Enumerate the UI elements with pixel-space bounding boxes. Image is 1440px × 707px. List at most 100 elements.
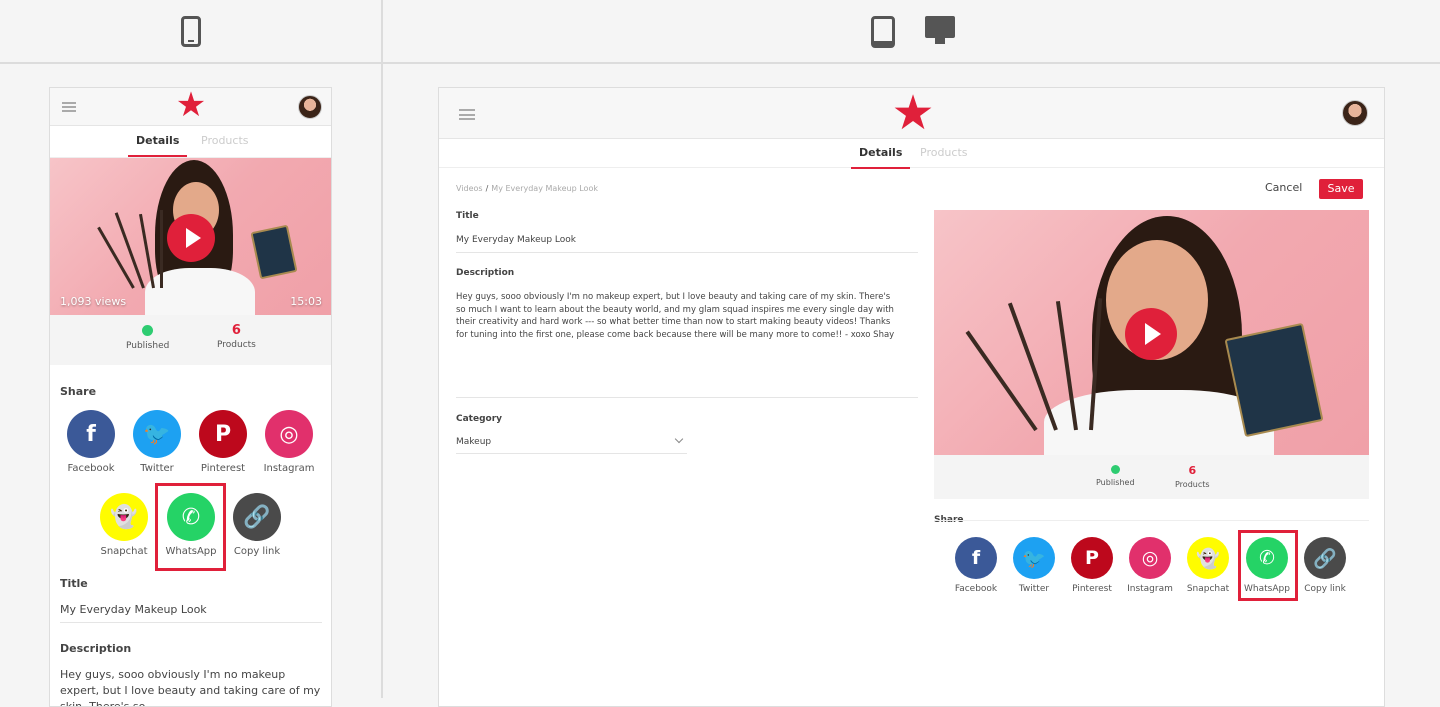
products-count-value: 6 — [1188, 464, 1197, 477]
video-duration: 15:03 — [290, 295, 322, 308]
tab-details[interactable]: Details — [127, 134, 188, 157]
link-icon: 🔗 — [233, 493, 281, 541]
instagram-icon: ◎ — [265, 410, 313, 458]
view-count: 1,093 views — [60, 295, 127, 308]
share-copy-link-button[interactable]: 🔗 Copy link — [227, 493, 287, 557]
share-twitter-button[interactable]: 🐦 Twitter — [127, 410, 187, 474]
cancel-button[interactable]: Cancel — [1265, 181, 1302, 194]
share-instagram-label: Instagram — [1127, 584, 1173, 594]
share-snapchat-button[interactable]: 👻 Snapchat — [94, 493, 154, 557]
title-label: Title — [60, 577, 88, 590]
category-label: Category — [456, 414, 503, 424]
snapchat-icon: 👻 — [100, 493, 148, 541]
category-select[interactable]: Makeup — [456, 437, 491, 447]
share-twitter-label: Twitter — [1018, 584, 1050, 594]
share-instagram-button[interactable]: ◎ Instagram — [259, 410, 319, 474]
share-heading: Share — [60, 385, 97, 398]
breadcrumb: Videos / My Everyday Makeup Look — [456, 184, 598, 193]
chevron-down-icon[interactable] — [674, 434, 684, 444]
share-pinterest-button[interactable]: P Pinterest — [193, 410, 253, 474]
desktop-preview-icon[interactable] — [925, 16, 955, 44]
video-thumbnail[interactable]: 1,093 views 15:03 — [50, 158, 331, 315]
breadcrumb-current: My Everyday Makeup Look — [491, 184, 598, 193]
instagram-icon: ◎ — [1129, 537, 1171, 579]
save-button[interactable]: Save — [1319, 179, 1363, 199]
tablet-tabs: Details Products — [439, 139, 1384, 169]
avatar[interactable] — [298, 95, 322, 119]
description-field[interactable]: Hey guys, sooo obviously I'm no makeup e… — [456, 291, 901, 341]
share-facebook-label: Facebook — [954, 584, 998, 594]
share-facebook-button[interactable]: f Facebook — [948, 537, 1004, 594]
pinterest-icon: P — [1071, 537, 1113, 579]
title-label: Title — [456, 211, 479, 221]
description-label: Description — [60, 642, 132, 655]
published-label: Published — [126, 341, 170, 351]
share-instagram-button[interactable]: ◎ Instagram — [1122, 537, 1178, 594]
menu-icon[interactable] — [62, 102, 76, 112]
share-snapchat-label: Snapchat — [100, 546, 148, 557]
category-underline — [456, 453, 687, 454]
title-field[interactable]: My Everyday Makeup Look — [456, 235, 576, 245]
share-facebook-button[interactable]: f Facebook — [61, 410, 121, 474]
products-count[interactable]: 6 Products — [217, 323, 256, 350]
twitter-icon: 🐦 — [1013, 537, 1055, 579]
tablet-preview: ★ Details Products Videos / My Everyday Ma… — [438, 87, 1385, 707]
video-stats: Published 6 Products — [50, 315, 331, 365]
tablet-preview-icon[interactable] — [871, 16, 895, 48]
share-facebook-label: Facebook — [67, 463, 115, 474]
mobile-app-bar: ★ — [50, 88, 331, 126]
mobile-preview-icon[interactable] — [181, 16, 201, 47]
panel-divider — [381, 0, 383, 698]
title-field[interactable]: My Everyday Makeup Look — [60, 603, 207, 616]
breadcrumb-separator: / — [485, 184, 489, 193]
share-divider — [934, 520, 1369, 521]
share-pinterest-button[interactable]: P Pinterest — [1064, 537, 1120, 594]
share-pinterest-label: Pinterest — [1072, 584, 1112, 594]
published-label: Published — [1096, 478, 1135, 487]
avatar[interactable] — [1342, 100, 1368, 126]
link-icon: 🔗 — [1304, 537, 1346, 579]
tab-products[interactable]: Products — [201, 134, 249, 147]
tab-details[interactable]: Details — [850, 146, 911, 169]
products-label: Products — [217, 340, 256, 350]
share-twitter-label: Twitter — [140, 463, 174, 474]
share-snapchat-button[interactable]: 👻 Snapchat — [1180, 537, 1236, 594]
share-instagram-label: Instagram — [263, 463, 315, 474]
published-status: Published — [126, 325, 169, 351]
published-status: Published — [1096, 465, 1135, 487]
share-copy-link-label: Copy link — [1304, 584, 1346, 594]
share-copy-link-button[interactable]: 🔗 Copy link — [1297, 537, 1353, 594]
description-underline — [456, 397, 918, 398]
published-dot-icon — [142, 325, 154, 336]
description-field[interactable]: Hey guys, sooo obviously I'm no makeup e… — [60, 667, 325, 706]
share-twitter-button[interactable]: 🐦 Twitter — [1006, 537, 1062, 594]
device-selector-bar — [0, 0, 1440, 698]
products-count-value: 6 — [231, 323, 241, 338]
whatsapp-highlight — [155, 483, 226, 571]
share-pinterest-label: Pinterest — [200, 463, 246, 474]
facebook-icon: f — [67, 410, 115, 458]
play-icon[interactable] — [167, 214, 215, 262]
menu-icon[interactable] — [459, 109, 475, 120]
tablet-app-bar: ★ — [439, 88, 1384, 139]
title-underline — [456, 252, 918, 253]
video-thumbnail[interactable] — [934, 210, 1369, 455]
play-icon[interactable] — [1125, 308, 1177, 360]
brand-star-logo: ★ — [175, 87, 207, 125]
share-snapchat-label: Snapchat — [1186, 584, 1230, 594]
products-label: Products — [1175, 480, 1210, 489]
pinterest-icon: P — [199, 410, 247, 458]
description-label: Description — [456, 268, 515, 278]
palette-image — [250, 224, 298, 280]
brand-star-logo: ★ — [891, 87, 935, 141]
twitter-icon: 🐦 — [133, 410, 181, 458]
share-copy-link-label: Copy link — [233, 546, 281, 557]
video-stats: Published 6 Products — [934, 455, 1369, 499]
tab-products[interactable]: Products — [920, 146, 968, 159]
published-dot-icon — [1110, 465, 1120, 474]
snapchat-icon: 👻 — [1187, 537, 1229, 579]
mobile-preview: ★ Details Products 1,093 views 15:03 Pub… — [49, 87, 332, 707]
products-count[interactable]: 6 Products — [1175, 464, 1210, 490]
title-underline — [60, 622, 322, 623]
breadcrumb-videos-link[interactable]: Videos — [456, 184, 483, 193]
